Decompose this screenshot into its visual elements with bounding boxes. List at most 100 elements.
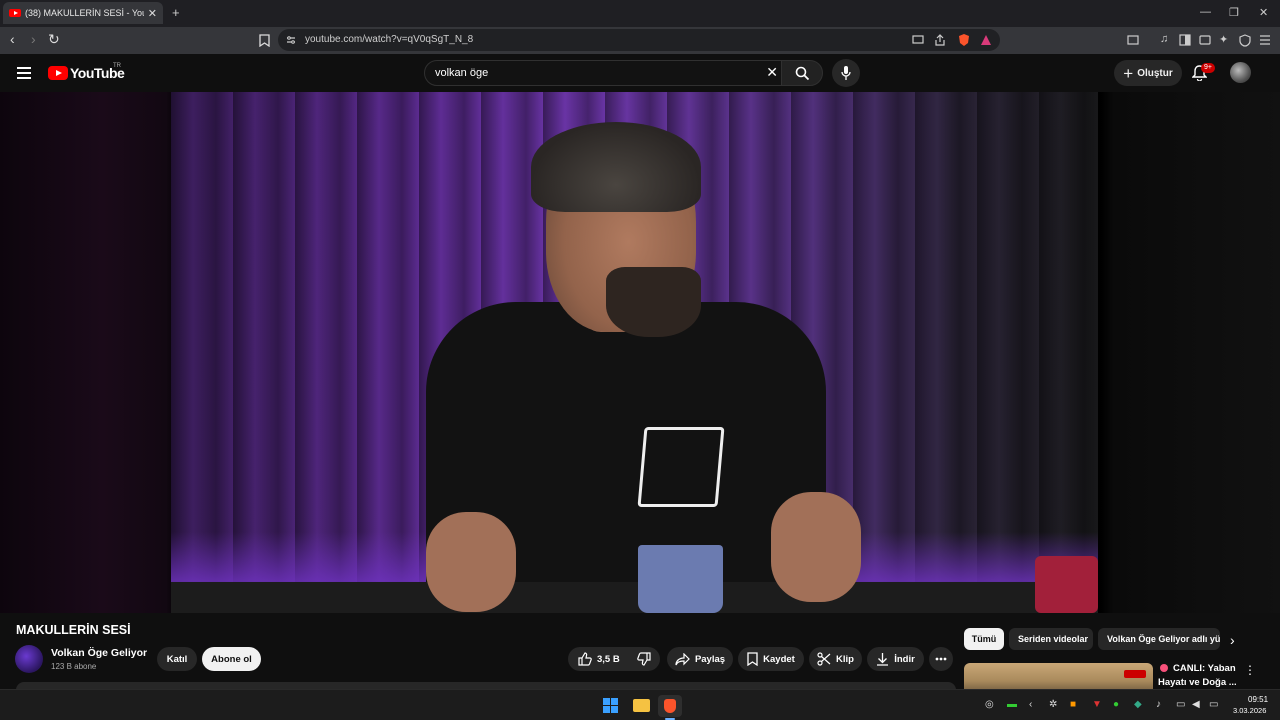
network-icon[interactable]: ▭ <box>1176 699 1185 710</box>
thumbs-up-icon <box>578 652 592 666</box>
search-button[interactable] <box>781 60 823 86</box>
music-icon[interactable]: ♫ <box>1160 33 1168 45</box>
subscriber-count: 123 B abone <box>51 662 97 671</box>
brave-browser-icon[interactable] <box>658 695 682 717</box>
account-avatar[interactable] <box>1230 62 1251 83</box>
plus-icon: + <box>1123 63 1134 83</box>
bookmark-icon[interactable] <box>259 34 270 47</box>
video-player[interactable] <box>0 92 1280 613</box>
reload-button[interactable]: ↻ <box>48 31 60 48</box>
tab-title: (38) MAKULLERİN SESİ - YouT <box>25 8 144 18</box>
share-icon <box>675 652 690 665</box>
windows-taskbar: ◎ ▬ ‹ ✲ ■ ▼ ● ◆ ♪ ▭ ◀ ▭ 09:51 3.03.2026 <box>0 689 1280 720</box>
restore-button[interactable]: ❐ <box>1229 6 1239 19</box>
channel-avatar[interactable] <box>15 645 43 673</box>
chips-next-arrow-icon[interactable]: › <box>1230 632 1235 648</box>
voice-search-button[interactable] <box>832 59 860 87</box>
download-label: İndir <box>894 653 915 665</box>
video-mug <box>638 545 723 613</box>
tray-app-icon[interactable]: ‹ <box>1029 699 1032 710</box>
minimize-button[interactable]: — <box>1200 6 1211 18</box>
channel-name[interactable]: Volkan Öge Geliyor <box>51 647 147 659</box>
battery-icon[interactable]: ▭ <box>1209 699 1218 710</box>
clip-label: Klip <box>836 653 854 665</box>
search-value: volkan öge <box>435 67 489 79</box>
cast-icon[interactable] <box>912 35 924 45</box>
tray-app-icon[interactable]: ◎ <box>985 699 994 710</box>
chip-channel-uploads[interactable]: Volkan Öge Geliyor adlı yük <box>1098 628 1220 650</box>
taskbar-date[interactable]: 3.03.2026 <box>1233 706 1266 715</box>
save-button[interactable]: Kaydet <box>738 647 804 671</box>
sidebar-toggle-icon[interactable] <box>1179 34 1191 46</box>
wallet-icon[interactable] <box>1199 34 1211 46</box>
browser-tab[interactable]: (38) MAKULLERİN SESİ - YouT ✕ <box>3 2 163 24</box>
more-actions-button[interactable] <box>929 647 953 671</box>
recommendation-menu-icon[interactable]: ⋮ <box>1244 663 1256 677</box>
create-label: Oluştur <box>1137 67 1173 79</box>
screenshot-icon[interactable] <box>1127 34 1139 46</box>
tray-app-icon[interactable]: ● <box>1113 699 1119 710</box>
join-button[interactable]: Katıl <box>157 647 197 671</box>
vpn-shield-icon[interactable] <box>1239 34 1251 47</box>
join-label: Katıl <box>166 653 188 665</box>
taskbar-time[interactable]: 09:51 <box>1248 695 1268 704</box>
download-icon <box>877 653 889 666</box>
tray-app-icon[interactable]: ■ <box>1070 699 1076 710</box>
live-badge <box>1124 670 1146 678</box>
save-label: Kaydet <box>763 653 795 665</box>
live-indicator-icon <box>1160 664 1168 672</box>
video-table <box>171 582 1098 613</box>
tray-app-icon[interactable]: ◆ <box>1134 699 1142 710</box>
file-explorer-icon[interactable] <box>633 699 650 712</box>
tray-app-icon[interactable]: ▬ <box>1007 699 1017 710</box>
thumbs-down-icon <box>637 652 651 666</box>
dislike-button[interactable] <box>628 647 660 671</box>
tab-close-icon[interactable]: ✕ <box>148 7 157 20</box>
new-tab-button[interactable]: + <box>172 5 180 20</box>
shirt-logo <box>637 427 725 507</box>
share-page-icon[interactable] <box>934 34 946 46</box>
microphone-tray-icon[interactable]: ♪ <box>1156 699 1161 710</box>
subscribe-button[interactable]: Abone ol <box>202 647 261 671</box>
country-code: TR <box>113 63 121 69</box>
clip-button[interactable]: Klip <box>809 647 862 671</box>
chip-label: Volkan Öge Geliyor adlı yük <box>1107 634 1220 644</box>
window-close-button[interactable]: ✕ <box>1259 6 1268 19</box>
brave-shields-icon[interactable] <box>957 33 971 47</box>
youtube-logo-icon[interactable] <box>48 66 68 80</box>
tray-app-icon[interactable]: ✲ <box>1049 699 1057 710</box>
volume-icon[interactable]: ◀ <box>1192 699 1200 710</box>
video-title: MAKULLERİN SESİ <box>16 623 131 637</box>
youtube-header: YouTube TR volkan öge ✕ + Oluştur 9+ <box>0 54 1280 238</box>
create-button[interactable]: + Oluştur <box>1114 60 1182 86</box>
recommendation-title[interactable]: CANLI: Yaban <box>1173 663 1236 674</box>
hamburger-menu-icon[interactable] <box>17 67 31 82</box>
scissors-icon <box>817 652 831 666</box>
address-bar[interactable]: youtube.com/watch?v=qV0qSgT_N_8 <box>278 29 1000 51</box>
tray-app-icon[interactable]: ▼ <box>1092 699 1102 710</box>
share-button[interactable]: Paylaş <box>667 647 733 671</box>
browser-menu-icon[interactable] <box>1259 35 1271 45</box>
site-info-icon[interactable] <box>286 35 296 45</box>
url-text: youtube.com/watch?v=qV0qSgT_N_8 <box>305 34 474 45</box>
brave-rewards-icon[interactable] <box>980 34 992 46</box>
subscribe-label: Abone ol <box>211 653 252 665</box>
chip-all[interactable]: Tümü <box>964 628 1004 650</box>
video-mug <box>1035 556 1098 613</box>
chip-series-videos[interactable]: Seriden videolar <box>1009 628 1093 650</box>
search-icon <box>795 66 810 81</box>
chip-label: Tümü <box>971 634 997 644</box>
like-button[interactable]: 3,5 B <box>568 647 628 671</box>
back-button[interactable]: ‹ <box>10 31 15 47</box>
share-label: Paylaş <box>694 653 726 665</box>
forward-button[interactable]: › <box>31 31 36 47</box>
leo-ai-icon[interactable]: ✦ <box>1219 33 1228 46</box>
windows-start-icon[interactable] <box>603 698 618 713</box>
recommendation-title-line2[interactable]: Hayatı ve Doğa ... <box>1158 677 1237 688</box>
clear-search-icon[interactable]: ✕ <box>766 64 778 81</box>
download-button[interactable]: İndir <box>867 647 924 671</box>
video-frame[interactable] <box>171 92 1098 613</box>
search-input[interactable]: volkan öge ✕ <box>424 60 787 86</box>
chip-label: Seriden videolar <box>1018 634 1089 644</box>
youtube-favicon-icon <box>9 9 21 17</box>
